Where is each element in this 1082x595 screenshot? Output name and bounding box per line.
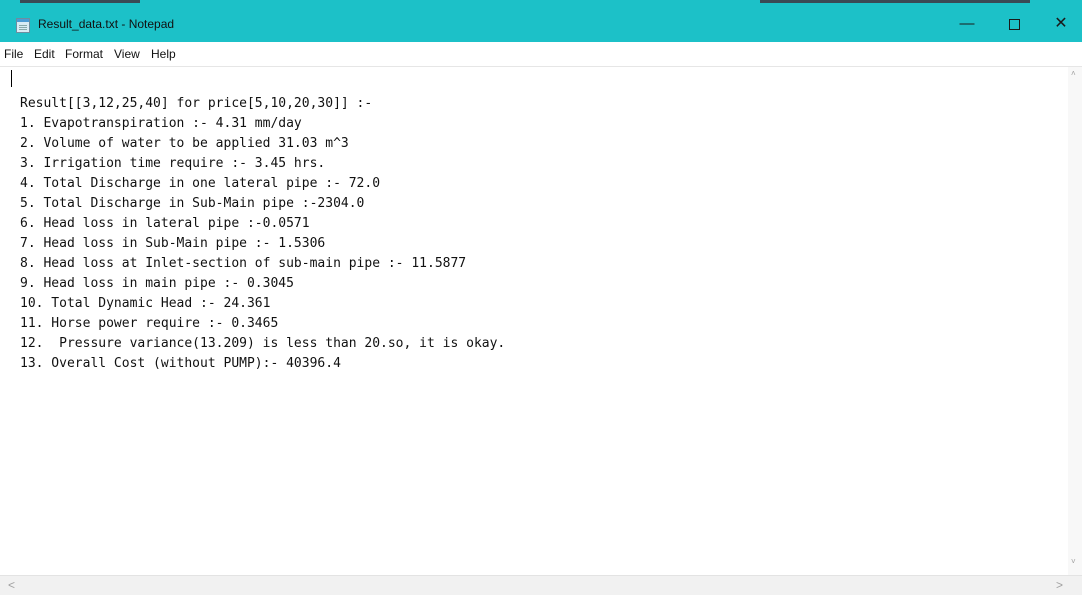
maximize-icon bbox=[1008, 18, 1020, 30]
document-line: 7. Head loss in Sub-Main pipe :- 1.5306 bbox=[20, 236, 326, 251]
document-text: Result[[3,12,25,40] for price[5,10,20,30… bbox=[20, 94, 505, 374]
window-title: Result_data.txt - Notepad bbox=[38, 17, 175, 31]
document-line: 13. Overall Cost (without PUMP):- 40396.… bbox=[20, 356, 341, 371]
minimize-icon: — bbox=[959, 15, 975, 32]
document-line: Result[[3,12,25,40] for price[5,10,20,30… bbox=[20, 96, 373, 111]
scroll-right-icon[interactable]: > bbox=[1056, 578, 1063, 592]
close-icon: ✕ bbox=[1054, 15, 1068, 32]
document-line: 12. Pressure variance(13.209) is less th… bbox=[20, 336, 506, 351]
menu-bar: File Edit Format View Help bbox=[0, 42, 1082, 67]
document-line: 4. Total Discharge in one lateral pipe :… bbox=[20, 176, 381, 191]
strip-segment bbox=[760, 0, 1030, 3]
vertical-scrollbar[interactable]: ˄ ˅ bbox=[1068, 67, 1082, 575]
scrollbar-corner bbox=[1068, 575, 1082, 595]
strip-segment bbox=[20, 0, 140, 3]
document-line: 11. Horse power require :- 0.3465 bbox=[20, 316, 279, 331]
menu-edit[interactable]: Edit bbox=[34, 47, 55, 61]
horizontal-scrollbar[interactable]: < > bbox=[0, 575, 1068, 595]
scroll-down-icon[interactable]: ˅ bbox=[1071, 557, 1076, 566]
minimize-button[interactable]: — bbox=[944, 6, 990, 42]
title-bar[interactable]: Result_data.txt - Notepad — ✕ bbox=[0, 6, 1082, 42]
document-line: 3. Irrigation time require :- 3.45 hrs. bbox=[20, 156, 326, 171]
document-line: 8. Head loss at Inlet-section of sub-mai… bbox=[20, 256, 467, 271]
menu-file[interactable]: File bbox=[4, 47, 23, 61]
scroll-up-icon[interactable]: ˄ bbox=[1071, 69, 1076, 78]
maximize-button[interactable] bbox=[991, 6, 1037, 42]
text-caret bbox=[11, 70, 12, 87]
document-line: 9. Head loss in main pipe :- 0.3045 bbox=[20, 276, 294, 291]
menu-format[interactable]: Format bbox=[65, 47, 103, 61]
close-button[interactable]: ✕ bbox=[1038, 6, 1082, 42]
menu-view[interactable]: View bbox=[114, 47, 140, 61]
document-line: 2. Volume of water to be applied 31.03 m… bbox=[20, 136, 349, 151]
document-line: 6. Head loss in lateral pipe :-0.0571 bbox=[20, 216, 310, 231]
document-line: 5. Total Discharge in Sub-Main pipe :-23… bbox=[20, 196, 365, 211]
document-line: 1. Evapotranspiration :- 4.31 mm/day bbox=[20, 116, 302, 131]
notepad-icon bbox=[16, 18, 30, 33]
menu-help[interactable]: Help bbox=[151, 47, 176, 61]
document-line: 10. Total Dynamic Head :- 24.361 bbox=[20, 296, 271, 311]
scroll-left-icon[interactable]: < bbox=[8, 578, 15, 592]
text-editor[interactable]: Result[[3,12,25,40] for price[5,10,20,30… bbox=[0, 67, 1068, 575]
